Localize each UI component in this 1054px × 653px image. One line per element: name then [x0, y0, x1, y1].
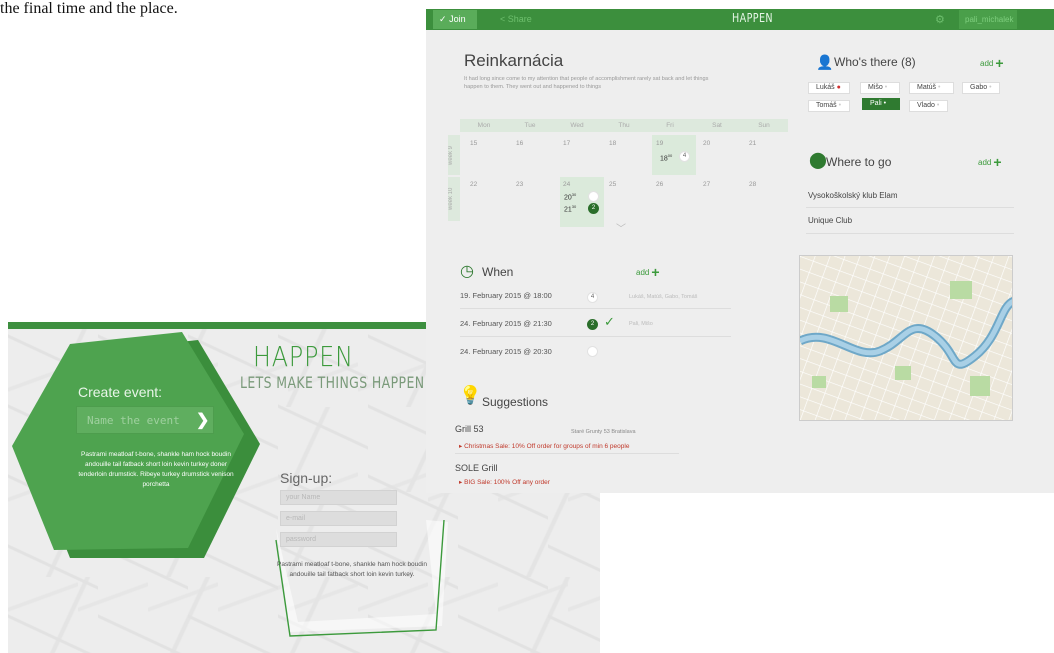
calendar-date[interactable]: 28	[749, 181, 756, 188]
suggestion-deal[interactable]: ▸ BIG Sale: 100% Off any order	[459, 478, 550, 486]
attendee-names: Lukáš, Matúš, Gabo, Tomáš	[629, 294, 698, 300]
attendee-count	[587, 346, 598, 357]
signup-label: Sign-up:	[280, 470, 333, 486]
person-chip[interactable]: Matúš •	[909, 82, 954, 94]
add-place-button[interactable]: add +	[978, 154, 1002, 170]
happen-logo: HAPPEN	[732, 11, 774, 25]
lightbulb-icon: 💡	[459, 385, 482, 405]
event-time[interactable]: 1800	[660, 153, 672, 162]
join-button[interactable]: ✓ Join	[433, 10, 477, 29]
when-date: 24. February 2015 @ 21:30	[460, 319, 552, 328]
attendee-count	[588, 191, 599, 202]
calendar-date[interactable]: 16	[516, 140, 523, 147]
calendar-date[interactable]: 23	[516, 181, 523, 188]
when-date: 24. February 2015 @ 20:30	[460, 347, 552, 356]
password-input[interactable]: password	[280, 532, 397, 547]
calendar-date[interactable]: 15	[470, 140, 477, 147]
suggestion-name[interactable]: SOLE Grill	[455, 463, 498, 473]
attendee-count: 2	[587, 319, 598, 330]
when-title: When	[482, 265, 514, 279]
day-name: Fri	[666, 122, 674, 129]
calendar-date[interactable]: 24	[563, 181, 570, 188]
person-chip[interactable]: Vlado •	[909, 100, 948, 112]
suggestion-address: Staré Grunty 53 Bratislava	[571, 429, 636, 435]
add-time-button[interactable]: add +	[636, 264, 660, 280]
calendar-date[interactable]: 26	[656, 181, 663, 188]
divider	[806, 207, 1014, 208]
person-chip[interactable]: Tomáš •	[808, 100, 850, 112]
check-icon: ✓	[439, 14, 447, 24]
event-time[interactable]: 2030	[564, 192, 576, 201]
whos-there-title: Who's there (8)	[834, 55, 916, 69]
day-name: Thu	[618, 122, 630, 129]
day-name: Tue	[524, 122, 536, 129]
name-input[interactable]: your Name	[280, 490, 397, 505]
where-title: Where to go	[826, 155, 892, 169]
chevron-down-icon[interactable]: ﹀	[616, 220, 626, 235]
calendar-date[interactable]: 22	[470, 181, 477, 188]
chevron-right-icon[interactable]: ❯	[196, 410, 209, 430]
person-chip[interactable]: Mišo •	[860, 82, 900, 94]
day-name: Wed	[570, 122, 584, 129]
suggestions-title: Suggestions	[482, 395, 549, 409]
signup-description: Pastrami meatloaf t-bone, shankle ham ho…	[277, 561, 427, 578]
place-item[interactable]: Vysokoškolský klub Elam	[808, 191, 898, 200]
plus-icon: +	[995, 55, 1004, 71]
week-label: week 10	[448, 177, 460, 221]
day-name: Sat	[712, 122, 722, 129]
map-view[interactable]	[799, 255, 1013, 421]
create-event-description: Pastrami meatloaf t-bone, shankle ham ho…	[78, 451, 234, 488]
calendar-date[interactable]: 20	[703, 140, 710, 147]
city-map-image	[800, 256, 1012, 420]
join-label: Join	[449, 14, 466, 24]
check-icon[interactable]: ✓	[604, 314, 615, 330]
place-item[interactable]: Unique Club	[808, 216, 852, 225]
attendee-names: Pali, Mišo	[629, 321, 653, 327]
gear-icon[interactable]: ⚙	[935, 13, 945, 26]
plus-icon: +	[993, 154, 1002, 170]
map-pin-icon: ⬤	[809, 152, 827, 169]
happen-logo: HAPPEN	[253, 340, 354, 373]
share-button[interactable]: < Share	[500, 14, 532, 24]
day-name: Mon	[477, 122, 491, 129]
person-chip[interactable]: Gabo •	[962, 82, 1000, 94]
event-screenshot: ✓ Join < Share HAPPEN ⚙ pali_michalek Re…	[426, 9, 1054, 493]
suggestion-deal[interactable]: ▸ Christmas Sale: 10% Off order for grou…	[459, 442, 629, 450]
add-person-button[interactable]: add +	[980, 55, 1004, 71]
user-menu[interactable]: pali_michalek	[959, 10, 1017, 29]
attendee-count: 4	[587, 292, 598, 303]
event-description: It had long since come to my attention t…	[464, 76, 709, 90]
person-chip[interactable]: Lukáš ●	[808, 82, 850, 94]
calendar-date[interactable]: 25	[609, 181, 616, 188]
calendar-date[interactable]: 27	[703, 181, 710, 188]
plus-icon: +	[651, 264, 660, 280]
divider	[455, 453, 679, 454]
calendar-date[interactable]: 19	[656, 140, 663, 147]
event-name-input[interactable]: Name the event	[76, 406, 214, 434]
event-time[interactable]: 2130	[564, 204, 576, 213]
person-chip-selected[interactable]: Pali •	[862, 98, 900, 110]
event-title: Reinkarnácia	[464, 51, 564, 70]
when-date: 19. February 2015 @ 18:00	[460, 291, 552, 300]
calendar-date[interactable]: 18	[609, 140, 616, 147]
clock-icon: ◷	[460, 263, 474, 280]
person-icon: 👤	[816, 54, 834, 70]
email-input[interactable]: e-mail	[280, 511, 397, 526]
share-label: Share	[507, 14, 532, 24]
calendar-date[interactable]: 17	[563, 140, 570, 147]
attendee-count: 2	[588, 203, 599, 214]
divider	[806, 233, 1014, 234]
calendar-date[interactable]: 21	[749, 140, 756, 147]
day-name: Sun	[758, 122, 770, 129]
caption-text: the final time and the place.	[0, 0, 178, 17]
attendee-count: 4	[679, 151, 690, 162]
suggestion-name[interactable]: Grill 53	[455, 424, 484, 434]
share-icon: <	[500, 14, 506, 24]
create-event-label: Create event:	[78, 384, 163, 400]
week-label: week 9	[448, 135, 460, 175]
